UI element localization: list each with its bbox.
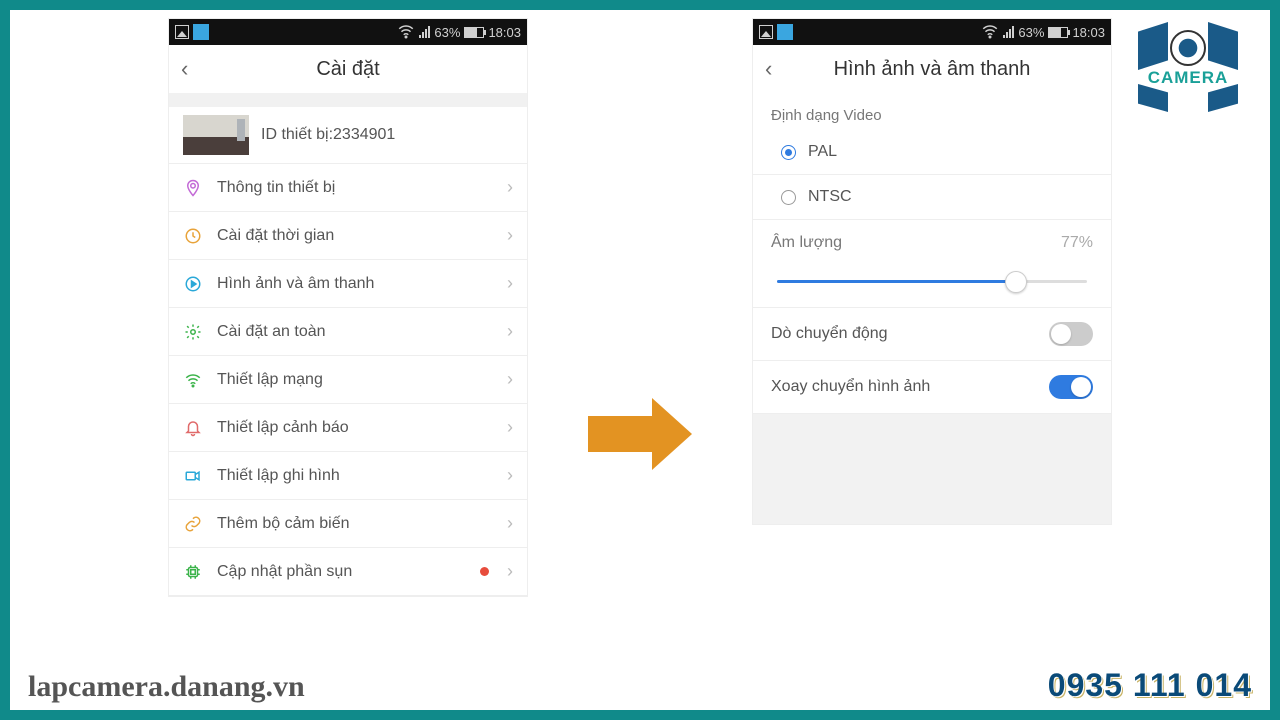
settings-row-play[interactable]: Hình ảnh và âm thanh › [169, 260, 527, 308]
app-indicator-icon [777, 24, 793, 40]
play-icon [183, 274, 203, 294]
transition-arrow-icon [588, 398, 692, 470]
video-format-label: Định dạng Video [753, 93, 1111, 130]
battery-text: 63% [434, 25, 460, 40]
slider-knob-icon[interactable] [1005, 271, 1027, 293]
volume-slider[interactable] [777, 280, 1087, 283]
motion-detect-row[interactable]: Dò chuyển động [753, 308, 1111, 361]
chevron-right-icon: › [507, 225, 513, 246]
chevron-right-icon: › [507, 513, 513, 534]
settings-row-label: Thiết lập ghi hình [217, 467, 493, 485]
image-indicator-icon [175, 25, 189, 39]
settings-row-label: Thiết lập mạng [217, 371, 493, 389]
signal-icon [419, 26, 430, 38]
back-button[interactable]: ‹ [181, 56, 188, 82]
chevron-right-icon: › [507, 417, 513, 438]
footer: lapcamera.danang.vn 0935 111 014 [28, 667, 1252, 704]
phone-number: 0935 111 014 [1048, 667, 1252, 704]
radio-pal[interactable]: PAL [753, 130, 1111, 175]
page-title: Hình ảnh và âm thanh [834, 58, 1031, 81]
app-indicator-icon [193, 24, 209, 40]
right-screen-image-sound: 63% 18:03 ‹ Hình ảnh và âm thanh Định dạ… [752, 18, 1112, 525]
pin-icon [183, 178, 203, 198]
link-icon [183, 514, 203, 534]
update-badge-icon [480, 567, 489, 576]
chevron-right-icon: › [507, 465, 513, 486]
cam-icon [183, 466, 203, 486]
wifi-icon [981, 22, 999, 43]
toggle-off-icon[interactable] [1049, 322, 1093, 346]
device-info-row[interactable]: ID thiết bị:2334901 [169, 107, 527, 164]
settings-row-bell[interactable]: Thiết lập cảnh báo › [169, 404, 527, 452]
volume-value: 77% [1061, 234, 1093, 252]
chevron-right-icon: › [507, 321, 513, 342]
chip-icon [183, 562, 203, 582]
settings-row-label: Hình ảnh và âm thanh [217, 275, 493, 293]
battery-icon [464, 27, 484, 38]
settings-row-gear[interactable]: Cài đặt an toàn › [169, 308, 527, 356]
settings-row-pin[interactable]: Thông tin thiết bị › [169, 164, 527, 212]
radio-label: NTSC [808, 188, 852, 206]
volume-label: Âm lượng [771, 234, 842, 252]
clock-icon [183, 226, 203, 246]
settings-row-label: Thông tin thiết bị [217, 179, 493, 197]
device-id-label: ID thiết bị:2334901 [261, 126, 395, 144]
title-bar: ‹ Hình ảnh và âm thanh [753, 45, 1111, 93]
page-title: Cài đặt [316, 58, 379, 81]
gear-icon [183, 322, 203, 342]
left-screen-settings: 63% 18:03 ‹ Cài đặt ID thiết bị:2334901 … [168, 18, 528, 597]
clock-text: 18:03 [488, 25, 521, 40]
chevron-right-icon: › [507, 177, 513, 198]
settings-row-link[interactable]: Thêm bộ cảm biến › [169, 500, 527, 548]
rotate-image-row[interactable]: Xoay chuyển hình ảnh [753, 361, 1111, 414]
signal-icon [1003, 26, 1014, 38]
back-button[interactable]: ‹ [765, 56, 772, 82]
settings-row-clock[interactable]: Cài đặt thời gian › [169, 212, 527, 260]
settings-row-label: Thêm bộ cảm biến [217, 515, 493, 533]
radio-selected-icon [781, 145, 796, 160]
settings-row-label: Thiết lập cảnh báo [217, 419, 493, 437]
title-bar: ‹ Cài đặt [169, 45, 527, 93]
settings-row-label: Cài đặt an toàn [217, 323, 493, 341]
camera-thumbnail [183, 115, 249, 155]
settings-row-cam[interactable]: Thiết lập ghi hình › [169, 452, 527, 500]
status-bar: 63% 18:03 [169, 19, 527, 45]
wifi-icon [183, 370, 203, 390]
section-gap [169, 93, 527, 107]
radio-label: PAL [808, 143, 837, 161]
settings-row-chip[interactable]: Cập nhật phần sụn › [169, 548, 527, 596]
clock-text: 18:03 [1072, 25, 1105, 40]
chevron-right-icon: › [507, 369, 513, 390]
radio-ntsc[interactable]: NTSC [753, 175, 1111, 220]
toggle-label: Xoay chuyển hình ảnh [771, 378, 930, 396]
battery-icon [1048, 27, 1068, 38]
battery-text: 63% [1018, 25, 1044, 40]
image-indicator-icon [759, 25, 773, 39]
brand-logo: CAMERA [1128, 22, 1248, 112]
toggle-label: Dò chuyển động [771, 325, 888, 343]
empty-area [753, 414, 1111, 524]
website-url: lapcamera.danang.vn [28, 670, 305, 704]
radio-unselected-icon [781, 190, 796, 205]
toggle-on-icon[interactable] [1049, 375, 1093, 399]
chevron-right-icon: › [507, 561, 513, 582]
wifi-icon [397, 22, 415, 43]
settings-row-label: Cập nhật phần sụn [217, 563, 466, 581]
chevron-right-icon: › [507, 273, 513, 294]
eye-icon [1170, 30, 1206, 66]
settings-row-wifi[interactable]: Thiết lập mạng › [169, 356, 527, 404]
status-bar: 63% 18:03 [753, 19, 1111, 45]
bell-icon [183, 418, 203, 438]
settings-row-label: Cài đặt thời gian [217, 227, 493, 245]
